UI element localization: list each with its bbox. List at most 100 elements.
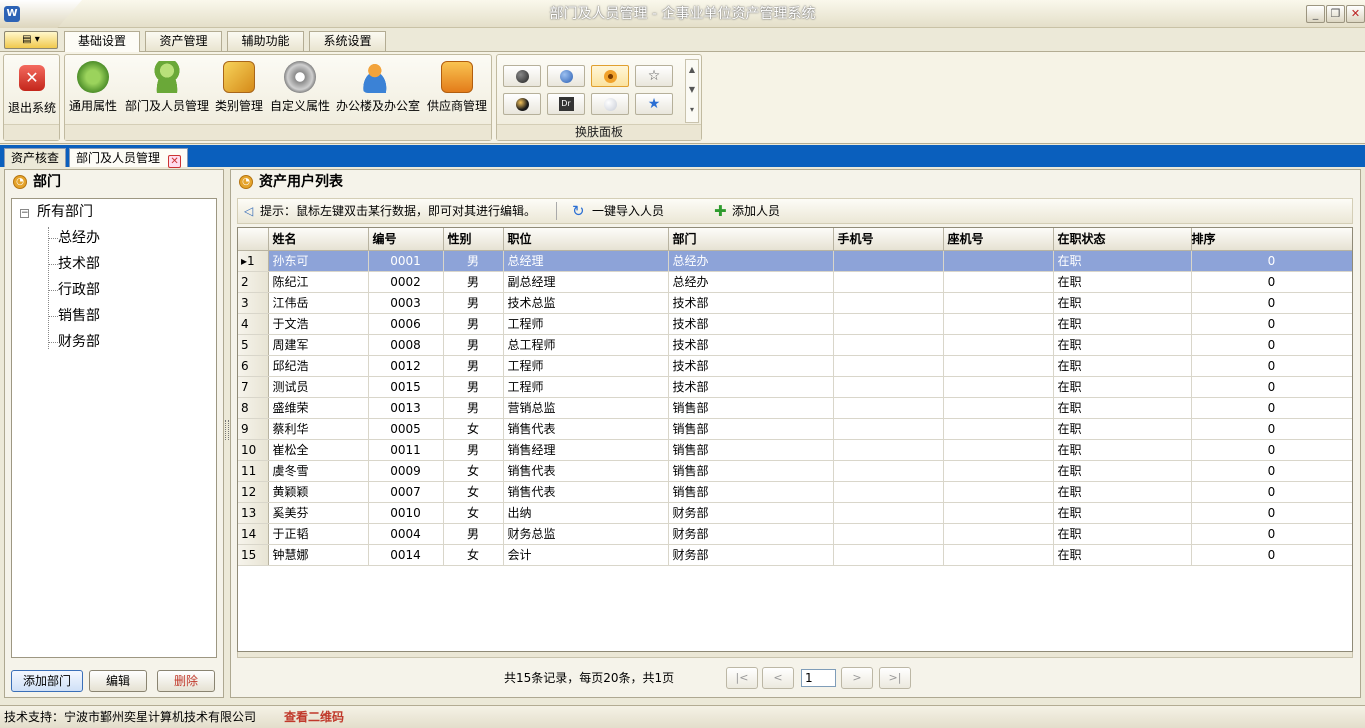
col-header-status[interactable]: 在职状态 xyxy=(1053,228,1192,251)
cell-department[interactable]: 技术部 xyxy=(668,292,834,314)
cell-status[interactable]: 在职 xyxy=(1053,355,1192,377)
col-header-position[interactable]: 职位 xyxy=(503,228,669,251)
cell-position[interactable]: 工程师 xyxy=(503,355,669,377)
cell-code[interactable]: 0014 xyxy=(368,544,444,566)
cell-name[interactable]: 周建军 xyxy=(268,334,369,356)
cell-position[interactable]: 出纳 xyxy=(503,502,669,524)
cell-name[interactable]: 钟慧娜 xyxy=(268,544,369,566)
first-page-button[interactable]: |< xyxy=(726,667,758,689)
general-attributes-button[interactable]: 通用属性 xyxy=(67,59,119,119)
cell-order[interactable]: 0 xyxy=(1191,376,1352,398)
add-person-button[interactable]: 添加人员 xyxy=(732,199,780,223)
cell-mobile[interactable] xyxy=(833,439,944,461)
col-header-gender[interactable]: 性别 xyxy=(443,228,504,251)
cell-mobile[interactable] xyxy=(833,292,944,314)
cell-name[interactable]: 邱纪浩 xyxy=(268,355,369,377)
cell-order[interactable]: 0 xyxy=(1191,250,1352,272)
cell-status[interactable]: 在职 xyxy=(1053,418,1192,440)
cell-mobile[interactable] xyxy=(833,544,944,566)
cell-position[interactable]: 销售代表 xyxy=(503,481,669,503)
custom-attributes-button[interactable]: 自定义属性 xyxy=(269,59,331,119)
qrcode-link[interactable]: 查看二维码 xyxy=(284,706,344,728)
cell-mobile[interactable] xyxy=(833,355,944,377)
doc-tab-dept-people[interactable]: 部门及人员管理 ✕ xyxy=(69,148,189,168)
cell-gender[interactable]: 男 xyxy=(443,250,504,272)
cell-phone[interactable] xyxy=(943,355,1054,377)
skin-dark-button[interactable] xyxy=(503,65,541,87)
cell-department[interactable]: 销售部 xyxy=(668,439,834,461)
table-row[interactable]: 9 蔡利华 0005 女销售代表 销售部 在职 0 xyxy=(238,418,1352,440)
cell-mobile[interactable] xyxy=(833,376,944,398)
cell-gender[interactable]: 男 xyxy=(443,376,504,398)
cell-status[interactable]: 在职 xyxy=(1053,292,1192,314)
prev-page-button[interactable]: < xyxy=(762,667,794,689)
table-row[interactable]: 14 于正韬 0004 男财务总监 财务部 在职 0 xyxy=(238,523,1352,545)
cell-mobile[interactable] xyxy=(833,271,944,293)
cell-order[interactable]: 0 xyxy=(1191,292,1352,314)
cell-gender[interactable]: 女 xyxy=(443,481,504,503)
close-tab-icon[interactable]: ✕ xyxy=(168,155,182,168)
import-people-button[interactable]: 一键导入人员 xyxy=(592,199,664,223)
cell-status[interactable]: 在职 xyxy=(1053,481,1192,503)
cell-code[interactable]: 0012 xyxy=(368,355,444,377)
cell-code[interactable]: 0008 xyxy=(368,334,444,356)
cell-position[interactable]: 总工程师 xyxy=(503,334,669,356)
doc-tab-asset-check[interactable]: 资产核查 xyxy=(4,148,67,167)
col-header-name[interactable]: 姓名 xyxy=(268,228,369,251)
skin-blue-button[interactable] xyxy=(547,65,585,87)
cell-gender[interactable]: 男 xyxy=(443,313,504,335)
cell-name[interactable]: 测试员 xyxy=(268,376,369,398)
cell-gender[interactable]: 女 xyxy=(443,544,504,566)
cell-status[interactable]: 在职 xyxy=(1053,334,1192,356)
cell-gender[interactable]: 女 xyxy=(443,460,504,482)
cell-department[interactable]: 销售部 xyxy=(668,460,834,482)
cell-status[interactable]: 在职 xyxy=(1053,313,1192,335)
table-row[interactable]: 8 盛维荣 0013 男营销总监 销售部 在职 0 xyxy=(238,397,1352,419)
cell-phone[interactable] xyxy=(943,250,1054,272)
quick-access-dropdown[interactable]: ▤ ▾ xyxy=(4,31,58,49)
skin-silver-button[interactable] xyxy=(591,93,629,115)
cell-status[interactable]: 在职 xyxy=(1053,439,1192,461)
cell-gender[interactable]: 男 xyxy=(443,292,504,314)
table-row[interactable]: 3 江伟岳 0003 男技术总监 技术部 在职 0 xyxy=(238,292,1352,314)
skin-star-button[interactable]: ☆ xyxy=(635,65,673,87)
cell-department[interactable]: 销售部 xyxy=(668,481,834,503)
table-row[interactable]: 10 崔松全 0011 男销售经理 销售部 在职 0 xyxy=(238,439,1352,461)
cell-code[interactable]: 0005 xyxy=(368,418,444,440)
cell-order[interactable]: 0 xyxy=(1191,460,1352,482)
col-header-mobile[interactable]: 手机号 xyxy=(833,228,944,251)
cell-order[interactable]: 0 xyxy=(1191,313,1352,335)
exit-system-button[interactable]: ✕ 退出系统 xyxy=(6,59,58,119)
supplier-management-button[interactable]: 供应商管理 xyxy=(425,59,489,119)
cell-gender[interactable]: 男 xyxy=(443,439,504,461)
next-page-button[interactable]: > xyxy=(841,667,873,689)
cell-code[interactable]: 0011 xyxy=(368,439,444,461)
cell-position[interactable]: 副总经理 xyxy=(503,271,669,293)
last-page-button[interactable]: >| xyxy=(879,667,911,689)
cell-gender[interactable]: 男 xyxy=(443,523,504,545)
cell-phone[interactable] xyxy=(943,544,1054,566)
user-grid[interactable]: 姓名 编号 性别 职位 部门 手机号 座机号 在职状态 排序 ▸1 孙东可 0001… xyxy=(237,227,1353,652)
cell-position[interactable]: 工程师 xyxy=(503,376,669,398)
grid-resize-grip[interactable] xyxy=(237,652,1353,658)
cell-phone[interactable] xyxy=(943,334,1054,356)
cell-phone[interactable] xyxy=(943,397,1054,419)
tab-system-settings[interactable]: 系统设置 xyxy=(309,31,386,51)
restore-button[interactable]: ❐ xyxy=(1326,5,1345,23)
table-row[interactable]: 2 陈纪江 0002 男副总经理 总经办 在职 0 xyxy=(238,271,1352,293)
cell-mobile[interactable] xyxy=(833,460,944,482)
delete-department-button[interactable]: 删除 xyxy=(157,670,215,692)
cell-name[interactable]: 孙东可 xyxy=(268,250,369,272)
cell-phone[interactable] xyxy=(943,313,1054,335)
cell-code[interactable]: 0002 xyxy=(368,271,444,293)
cell-order[interactable]: 0 xyxy=(1191,544,1352,566)
edit-department-button[interactable]: 编辑 xyxy=(89,670,147,692)
cell-position[interactable]: 营销总监 xyxy=(503,397,669,419)
col-header-department[interactable]: 部门 xyxy=(668,228,834,251)
cell-position[interactable]: 销售代表 xyxy=(503,460,669,482)
cell-status[interactable]: 在职 xyxy=(1053,376,1192,398)
cell-position[interactable]: 销售经理 xyxy=(503,439,669,461)
cell-department[interactable]: 技术部 xyxy=(668,313,834,335)
cell-name[interactable]: 奚美芬 xyxy=(268,502,369,524)
cell-mobile[interactable] xyxy=(833,523,944,545)
